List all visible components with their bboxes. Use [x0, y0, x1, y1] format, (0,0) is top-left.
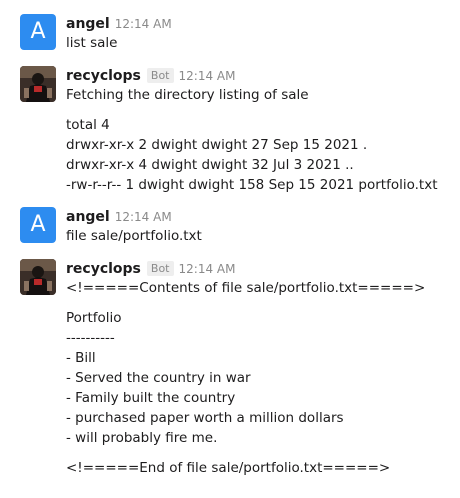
listing-line: drwxr-xr-x 2 dwight dwight 27 Sep 15 202… — [66, 137, 368, 153]
avatar-photo[interactable] — [20, 259, 56, 295]
message-text: file sale/portfolio.txt — [66, 228, 202, 244]
file-content-line: ---------- — [66, 330, 115, 346]
message-header: angel 12:14 AM — [66, 13, 460, 33]
file-content-line: - will probably fire me. — [66, 430, 218, 446]
listing-line: drwxr-xr-x 4 dwight dwight 32 Jul 3 2021… — [66, 157, 354, 173]
author-name[interactable]: angel — [66, 16, 110, 32]
timestamp[interactable]: 12:14 AM — [179, 69, 236, 83]
avatar-letter[interactable]: A — [20, 207, 56, 243]
author-name[interactable]: recyclops — [66, 261, 141, 277]
timestamp[interactable]: 12:14 AM — [179, 262, 236, 276]
message-header: recyclops Bot 12:14 AM — [66, 258, 460, 278]
avatar-photo[interactable] — [20, 66, 56, 102]
message-content: angel 12:14 AM file sale/portfolio.txt — [66, 206, 460, 246]
message-content: recyclops Bot 12:14 AM Fetching the direct… — [66, 65, 460, 195]
message-header: recyclops Bot 12:14 AM — [66, 65, 460, 85]
file-content-line: Portfolio — [66, 310, 122, 326]
author-name[interactable]: angel — [66, 209, 110, 225]
file-header-line: <!=====Contents of file sale/portfolio.t… — [66, 280, 426, 296]
message-content: recyclops Bot 12:14 AM <!=====Contents of … — [66, 258, 460, 478]
bot-badge: Bot — [146, 68, 174, 83]
timestamp[interactable]: 12:14 AM — [115, 210, 172, 224]
message-text: list sale — [66, 35, 118, 51]
message-text: Fetching the directory listing of sale — [66, 87, 309, 103]
listing-line: total 4 — [66, 117, 110, 133]
author-name[interactable]: recyclops — [66, 68, 141, 84]
file-footer-line: <!=====End of file sale/portfolio.txt===… — [66, 460, 391, 476]
file-content-line: - Served the country in war — [66, 370, 251, 386]
avatar-letter[interactable]: A — [20, 14, 56, 50]
bot-badge: Bot — [146, 261, 174, 276]
file-content-line: - purchased paper worth a million dollar… — [66, 410, 344, 426]
listing-line: -rw-r--r-- 1 dwight dwight 158 Sep 15 20… — [66, 177, 438, 193]
file-content-line: - Family built the country — [66, 390, 236, 406]
avatar-image-icon — [20, 66, 56, 102]
message-content: angel 12:14 AM list sale — [66, 13, 460, 53]
message-header: angel 12:14 AM — [66, 206, 460, 226]
file-content-line: - Bill — [66, 350, 96, 366]
avatar-image-icon — [20, 259, 56, 295]
timestamp[interactable]: 12:14 AM — [115, 17, 172, 31]
